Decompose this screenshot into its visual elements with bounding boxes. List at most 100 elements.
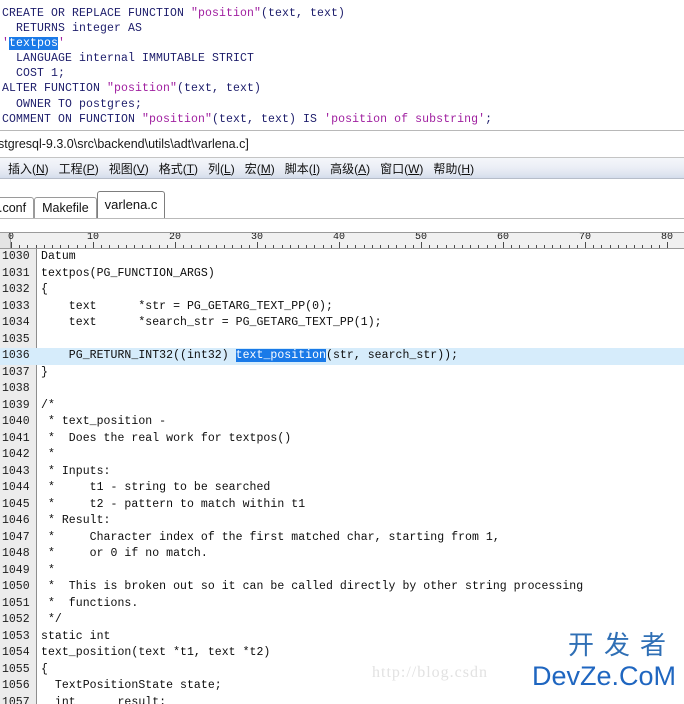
ruler-minor-tick bbox=[125, 245, 127, 248]
code-line-text: text *str = PG_GETARG_TEXT_PP(0); bbox=[41, 299, 333, 316]
code-text-run: * functions. bbox=[41, 596, 139, 610]
code-line[interactable]: 1032 { bbox=[0, 282, 684, 299]
line-number: 1033 bbox=[2, 299, 30, 313]
code-text-run: { bbox=[41, 662, 48, 676]
code-line[interactable]: 1041 * Does the real work for textpos() bbox=[0, 431, 684, 448]
code-line[interactable]: 1055 { bbox=[0, 662, 684, 679]
code-line[interactable]: 1033 text *str = PG_GETARG_TEXT_PP(0); bbox=[0, 299, 684, 316]
ruler-minor-tick bbox=[150, 245, 152, 248]
code-line-text: * Character index of the first matched c… bbox=[41, 530, 500, 547]
code-line-text: /* bbox=[41, 398, 55, 415]
ruler-minor-tick bbox=[142, 245, 144, 248]
line-number: 1042 bbox=[2, 448, 30, 461]
menu-item-p[interactable]: 工程(P) bbox=[54, 159, 104, 178]
ruler-minor-tick bbox=[626, 245, 627, 248]
ruler-minor-tick bbox=[486, 245, 488, 248]
ruler-minor-tick bbox=[52, 245, 53, 248]
ruler-minor-tick bbox=[330, 245, 332, 248]
sql-keyword-text: ALTER FUNCTION bbox=[2, 82, 108, 96]
code-line[interactable]: 1054 text_position(text *t1, text *t2) bbox=[0, 645, 684, 662]
ruler-tick-label: 60 bbox=[496, 232, 510, 243]
document-tab[interactable]: varlena.c bbox=[96, 191, 166, 218]
code-text-run: * Result: bbox=[41, 514, 111, 527]
code-text-run: * Inputs: bbox=[41, 464, 111, 478]
code-line[interactable]: 1037} bbox=[0, 365, 684, 382]
menu-item-h[interactable]: 帮助(H) bbox=[428, 159, 479, 178]
sql-line: LANGUAGE internal IMMUTABLE STRICT bbox=[0, 51, 684, 66]
line-number: 1055 bbox=[2, 662, 30, 676]
menu-item-a[interactable]: 高级(A) bbox=[325, 159, 375, 178]
code-line-text: PG_RETURN_INT32((int32) text_position(st… bbox=[41, 348, 458, 365]
tabs-container: .conf Makefile varlena.c bbox=[0, 190, 166, 218]
code-line[interactable]: 1050 * This is broken out so it can be c… bbox=[0, 579, 684, 596]
ruler-tick-label: 0 bbox=[7, 232, 15, 243]
menu-item-n[interactable]: 插入(N) bbox=[3, 159, 54, 178]
document-tab-bar[interactable]: .conf Makefile varlena.c bbox=[0, 179, 684, 219]
ruler-minor-tick bbox=[27, 245, 29, 248]
code-line[interactable]: 1047 * Character index of the first matc… bbox=[0, 530, 684, 547]
menu-item-t[interactable]: 格式(T) bbox=[154, 159, 203, 178]
line-number: 1031 bbox=[2, 266, 30, 280]
code-line[interactable]: 1052 */ bbox=[0, 612, 684, 629]
ruler-minor-tick bbox=[576, 245, 578, 248]
ruler-minor-tick bbox=[429, 245, 431, 248]
line-number: 1043 bbox=[2, 464, 30, 478]
ruler-minor-tick bbox=[609, 245, 611, 248]
code-line-text: * or 0 if no match. bbox=[41, 546, 208, 563]
code-text-run: PG_RETURN_INT32((int32) bbox=[41, 349, 236, 362]
code-line[interactable]: 1051 * functions. bbox=[0, 596, 684, 613]
ruler-minor-tick bbox=[478, 245, 480, 248]
ruler-minor-tick bbox=[224, 245, 226, 248]
line-number: 1034 bbox=[2, 316, 30, 329]
menu-bar[interactable]: 插入(N) 工程(P) 视图(V) 格式(T) 列(L) 宏(M) 脚本(I) 高级(A) 窗口… bbox=[0, 158, 684, 179]
code-line[interactable]: 1034 text *search_str = PG_GETARG_TEXT_P… bbox=[0, 315, 684, 332]
document-tab[interactable]: .conf bbox=[0, 197, 35, 218]
ruler-minor-tick bbox=[544, 245, 545, 248]
code-line[interactable]: 1035 bbox=[0, 332, 684, 349]
code-line[interactable]: 1053 static int bbox=[0, 629, 684, 646]
code-line[interactable]: 1046 * Result: bbox=[0, 513, 684, 530]
ruler-minor-tick bbox=[642, 245, 644, 248]
ruler-minor-tick bbox=[191, 245, 193, 248]
menu-item-w[interactable]: 窗口(W) bbox=[375, 159, 428, 178]
ruler-minor-tick bbox=[216, 245, 217, 248]
code-line[interactable]: 1040 * text_position - bbox=[0, 414, 684, 431]
code-text-run: text *str = PG_GETARG_TEXT_PP(0); bbox=[41, 299, 333, 313]
sql-lines-container: CREATE OR REPLACE FUNCTION "position"(te… bbox=[0, 6, 684, 127]
sql-snippet-pane[interactable]: CREATE OR REPLACE FUNCTION "position"(te… bbox=[0, 0, 684, 131]
code-line[interactable]: 1038 bbox=[0, 381, 684, 398]
menu-item-l[interactable]: 列(L) bbox=[203, 159, 240, 178]
code-line[interactable]: 1056 TextPositionState state; bbox=[0, 678, 684, 695]
code-line[interactable]: 1039 /* bbox=[0, 398, 684, 415]
code-text-run: static int bbox=[41, 629, 111, 643]
document-tab[interactable]: Makefile bbox=[34, 197, 97, 218]
code-line[interactable]: 1030 Datum bbox=[0, 249, 684, 266]
sql-line: OWNER TO postgres; bbox=[0, 97, 684, 112]
code-line[interactable]: 1057 int result; bbox=[0, 695, 684, 704]
sql-string-literal: 'position of substring' bbox=[324, 112, 486, 126]
line-number: 1040 bbox=[2, 415, 30, 428]
ruler-minor-tick bbox=[306, 245, 308, 248]
code-text-run: * bbox=[41, 563, 55, 577]
menu-item-label: 工程(P) bbox=[58, 161, 99, 176]
code-line[interactable]: 1048 * or 0 if no match. bbox=[0, 546, 684, 563]
column-ruler: 0 10 20 30 40 50 60 70 80 bbox=[0, 232, 684, 249]
code-editor[interactable]: 1030 Datum 1031 textpos(PG_FUNCTION_ARGS) 10… bbox=[0, 249, 684, 704]
code-line[interactable]: 1031 textpos(PG_FUNCTION_ARGS) bbox=[0, 266, 684, 283]
code-line[interactable]: 1042 * bbox=[0, 447, 684, 464]
line-number: 1057 bbox=[2, 695, 30, 704]
code-line[interactable]: 1036 PG_RETURN_INT32((int32) text_positi… bbox=[0, 348, 684, 365]
ruler-minor-tick bbox=[658, 245, 660, 248]
code-line[interactable]: 1049 * bbox=[0, 563, 684, 580]
code-line-text: text *search_str = PG_GETARG_TEXT_PP(1); bbox=[41, 315, 382, 332]
menu-item-i[interactable]: 脚本(I) bbox=[280, 159, 325, 178]
sql-string-literal: "position" bbox=[107, 82, 178, 96]
menu-item-m[interactable]: 宏(M) bbox=[240, 159, 280, 178]
code-line[interactable]: 1043 * Inputs: bbox=[0, 464, 684, 481]
document-tab-label: .conf bbox=[0, 201, 27, 215]
code-line-text: TextPositionState state; bbox=[41, 678, 222, 695]
code-line[interactable]: 1045 * t2 - pattern to match within t1 bbox=[0, 497, 684, 514]
ruler-minor-tick bbox=[265, 245, 267, 248]
menu-item-v[interactable]: 视图(V) bbox=[104, 159, 154, 178]
code-line[interactable]: 1044 * t1 - string to be searched bbox=[0, 480, 684, 497]
